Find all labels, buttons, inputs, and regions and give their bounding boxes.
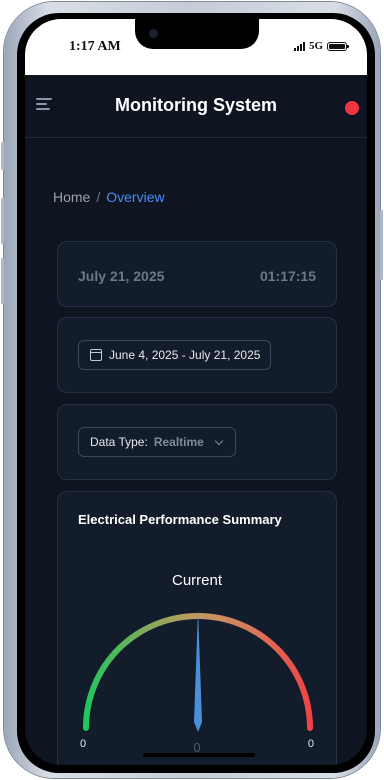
- battery-icon: [327, 41, 349, 51]
- data-type-select[interactable]: Data Type: Realtime: [78, 427, 236, 457]
- breadcrumb-separator-icon: /: [96, 189, 101, 205]
- datetime-card: July 21, 2025 01:17:15: [57, 241, 337, 307]
- phone-frame: 1:17 AM 5G Monitoring System Home / Over…: [1, 2, 383, 778]
- date-range-button[interactable]: June 4, 2025 - July 21, 2025: [78, 340, 272, 370]
- home-indicator[interactable]: [143, 753, 255, 757]
- data-type-value: Realtime: [153, 435, 204, 449]
- date-range-label: June 4, 2025 - July 21, 2025: [109, 348, 261, 362]
- data-type-label: Data Type:: [90, 435, 148, 449]
- summary-title: Electrical Performance Summary: [78, 512, 282, 527]
- chevron-down-icon: [214, 436, 224, 445]
- screen: 1:17 AM 5G Monitoring System Home / Over…: [25, 19, 367, 765]
- gauge-title: Current: [171, 572, 223, 589]
- network-label: 5G: [308, 40, 323, 52]
- volume-up-button: [1, 198, 4, 244]
- app-header: Monitoring System: [25, 75, 367, 138]
- current-gauge: [83, 610, 313, 732]
- calendar-icon: [90, 349, 102, 361]
- status-bar: 1:17 AM 5G: [25, 19, 367, 75]
- volume-down-button: [1, 258, 4, 304]
- breadcrumb-home[interactable]: Home: [53, 189, 90, 205]
- power-button: [380, 210, 383, 280]
- current-date: July 21, 2025: [78, 268, 165, 284]
- notch: [135, 19, 259, 49]
- status-time: 1:17 AM: [69, 39, 121, 54]
- phone-bezel: 1:17 AM 5G Monitoring System Home / Over…: [17, 13, 375, 773]
- gauge-needle: [194, 610, 202, 732]
- breadcrumb-current: Overview: [106, 189, 165, 205]
- date-range-card: June 4, 2025 - July 21, 2025: [57, 317, 337, 393]
- camera-icon: [149, 29, 158, 38]
- current-time: 01:17:15: [259, 268, 316, 284]
- gauge-max-label: 0: [307, 738, 314, 750]
- breadcrumb: Home / Overview: [53, 189, 165, 205]
- data-type-card: Data Type: Realtime: [57, 404, 337, 480]
- status-indicators: 5G: [293, 40, 349, 52]
- summary-card: Electrical Performance Summary Current 0…: [57, 491, 337, 765]
- mute-switch: [1, 142, 4, 170]
- signal-icon: [293, 41, 305, 51]
- page-title: Monitoring System: [114, 95, 277, 115]
- status-dot-icon[interactable]: [345, 101, 359, 115]
